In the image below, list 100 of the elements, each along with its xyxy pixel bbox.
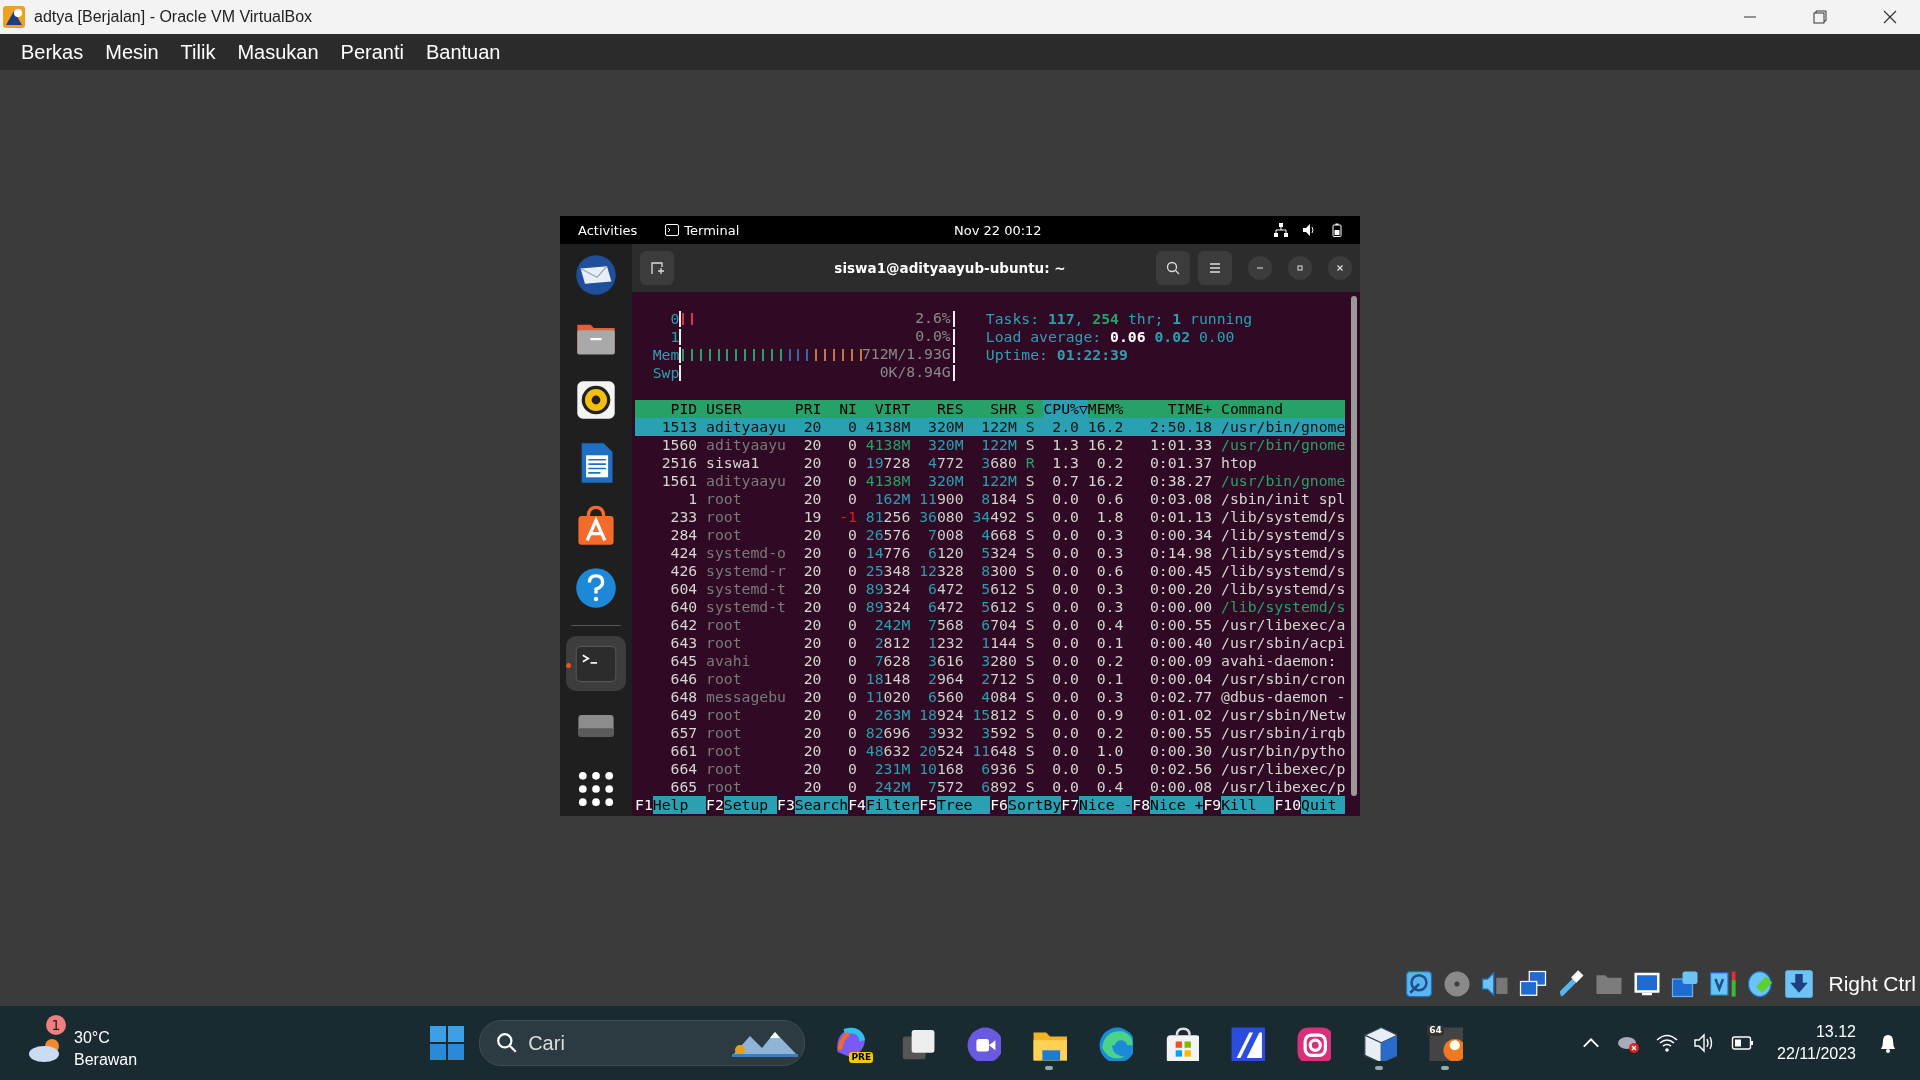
column-header[interactable]: PRI: [785, 400, 822, 418]
process-row[interactable]: 643 root 20 0 2812 1232 1144 S 0.0 0.1 0:00.40 /usr/sbin/acpi: [635, 634, 1346, 652]
process-cell-text: 0.7: [1051, 472, 1079, 490]
clock-time: 13.12: [1815, 1022, 1856, 1042]
meter-label: 1: [669, 328, 680, 346]
function-key-action[interactable]: Quit: [1301, 796, 1346, 814]
activities-button[interactable]: Activities: [578, 222, 638, 238]
process-row[interactable]: 1 root 20 0 162M 11900 8184 S 0.0 0.6 0:03.08 /sbin/init spl: [635, 490, 1346, 508]
process-cell-text: 320M: [927, 472, 964, 490]
function-key-action[interactable]: Nice -: [1079, 796, 1133, 814]
process-row[interactable]: 642 root 20 0 242M 7568 6704 S 0.0 0.4 0:00.55 /usr/libexec/a: [635, 616, 1346, 634]
column-header[interactable]: USER: [706, 400, 786, 418]
column-header[interactable]: PID: [635, 400, 698, 418]
function-key-action[interactable]: Search: [794, 796, 849, 814]
scrollbar[interactable]: [1351, 296, 1357, 796]
column-header[interactable]: MEM%: [1087, 400, 1124, 418]
process-cell-text: 0: [847, 724, 857, 742]
menu-item[interactable]: Masukan: [228, 37, 328, 67]
restore-icon[interactable]: [1810, 7, 1830, 27]
process-row[interactable]: 284 root 20 0 26576 7008 4668 S 0.0 0.3 0:00.34 /lib/systemd/s: [635, 526, 1346, 544]
column-header[interactable]: Command: [1221, 400, 1284, 418]
process-row[interactable]: 1561 adityaayu 20 0 4138M 320M 122M S 0.7 16.2 0:38.27 /usr/bin/gnome: [635, 472, 1346, 490]
process-cell-text: 320M: [927, 436, 964, 454]
process-cell: /usr/sbin/irqb: [1221, 724, 1346, 742]
process-cell-text: 642: [669, 616, 698, 634]
process-row[interactable]: 640 systemd-t 20 0 89324 6472 5612 S 0.0 0.3 0:00.00 /lib/systemd/s: [635, 598, 1346, 616]
process-row[interactable]: 1513 adityaayu 20 0 4138M 320M 122M S 2.0 16.2 2:50.18 /usr/bin/gnome: [635, 418, 1346, 436]
process-row[interactable]: 604 systemd-t 20 0 89324 6472 5612 S 0.0 0.3 0:00.20 /lib/systemd/s: [635, 580, 1346, 598]
column-header[interactable]: TIME+: [1123, 400, 1213, 418]
process-cell-text: root: [706, 634, 743, 652]
process-cell-text: 0: [847, 706, 857, 724]
function-key-action[interactable]: Kill: [1221, 796, 1275, 814]
battery-icon[interactable]: [1330, 223, 1344, 237]
process-row[interactable]: 648 messagebu 20 0 11020 6560 4084 S 0.0 0.3 0:02.77 @dbus-daemon -: [635, 688, 1346, 706]
process-cell-text: S: [1024, 562, 1035, 580]
search-bar[interactable]: Cari: [479, 1020, 806, 1066]
stripes-icon: [1229, 1025, 1266, 1061]
column-header[interactable]: CPU%▽: [1043, 400, 1088, 418]
speaker-icon[interactable]: [1480, 969, 1511, 999]
process-cell-text: root: [706, 778, 743, 796]
function-key-action[interactable]: Setup: [723, 796, 778, 814]
process-cell-text: 20: [802, 742, 822, 760]
process-row[interactable]: 664 root 20 0 231M 10168 6936 S 0.0 0.5 0:02.56 /usr/libexec/p: [635, 760, 1346, 778]
menu-item[interactable]: Peranti: [331, 37, 413, 67]
start-button[interactable]: [429, 1025, 466, 1061]
process-cell-text: 0:01.13: [1149, 508, 1213, 526]
app-menu[interactable]: Terminal: [665, 222, 740, 238]
function-key-action[interactable]: Tree: [936, 796, 991, 814]
function-key-action[interactable]: Help: [652, 796, 707, 814]
column-header[interactable]: SHR: [963, 400, 1017, 418]
process-row[interactable]: 424 systemd-o 20 0 14776 6120 5324 S 0.0 0.3 0:14.98 /lib/systemd/s: [635, 544, 1346, 562]
menu-item[interactable]: Mesin: [96, 37, 168, 67]
process-row[interactable]: 649 root 20 0 263M 18924 15812 S 0.0 0.9 0:01.02 /usr/sbin/Netw: [635, 706, 1346, 724]
process-cell: /usr/sbin/acpi: [1221, 634, 1346, 652]
menu-button[interactable]: [1198, 251, 1232, 285]
weather-widget[interactable]: 1 30°C Berawan: [26, 1015, 138, 1071]
process-row[interactable]: 1560 adityaayu 20 0 4138M 320M 122M S 1.3 16.2 1:01.33 /usr/bin/gnome: [635, 436, 1346, 454]
new-tab-button[interactable]: [640, 251, 674, 285]
taskbar-button[interactable]: PRE: [823, 1015, 880, 1071]
search-button[interactable]: [1156, 251, 1190, 285]
column-header[interactable]: VIRT: [857, 400, 911, 418]
taskbar-button[interactable]: 64: [1417, 1015, 1474, 1071]
column-header[interactable]: NI: [821, 400, 857, 418]
volume-icon[interactable]: [1302, 223, 1316, 237]
search-field[interactable]: Cari: [526, 1030, 681, 1056]
process-row[interactable]: 665 root 20 0 242M 7572 6892 S 0.0 0.4 0:00.08 /usr/libexec/p: [635, 778, 1346, 796]
process-row[interactable]: 426 systemd-r 20 0 25348 12328 8300 S 0.0 0.6 0:00.45 /lib/systemd/s: [635, 562, 1346, 580]
process-cell-text: 242M: [873, 616, 911, 634]
process-cell-text: 0:00.45: [1149, 562, 1213, 580]
minimize-button[interactable]: [1248, 256, 1272, 280]
taskbar-clock[interactable]: 13.12 22/11/2023: [1777, 1021, 1856, 1065]
column-header[interactable]: RES: [910, 400, 964, 418]
process-row[interactable]: 657 root 20 0 82696 3932 3592 S 0.0 0.2 0:00.55 /usr/sbin/irqb: [635, 724, 1346, 742]
process-row[interactable]: 233 root 19 -1 81256 36080 34492 S 0.0 1.8 0:01.13 /lib/systemd/s: [635, 508, 1346, 526]
app-badge: 64: [1427, 1025, 1444, 1036]
function-key-action[interactable]: Nice +: [1150, 796, 1204, 814]
network-icon[interactable]: [1518, 969, 1549, 999]
chip-icon[interactable]: [1708, 969, 1739, 999]
process-row[interactable]: 645 avahi 20 0 7628 3616 3280 S 0.0 0.2 0:00.09 avahi-daemon:: [635, 652, 1346, 670]
process-cell-text: 242M: [873, 778, 911, 796]
network-icon[interactable]: [1274, 223, 1288, 237]
clock[interactable]: Nov 22 00:12: [954, 222, 1042, 238]
process-cell-text: S: [1024, 724, 1035, 742]
process-row[interactable]: 646 root 20 0 18148 2964 2712 S 0.0 0.1 0:00.04 /usr/sbin/cron: [635, 670, 1346, 688]
process-row[interactable]: 2516 siswa1 20 0 19728 4772 3680 R 1.3 0.2 0:01.37 htop: [635, 454, 1346, 472]
maximize-button[interactable]: [1288, 256, 1312, 280]
function-key-action[interactable]: SortBy: [1008, 796, 1062, 814]
process-cell-text: 16.2: [1086, 418, 1124, 436]
process-row[interactable]: 661 root 20 0 48632 20524 11648 S 0.0 1.0 0:00.30 /usr/bin/pytho: [635, 742, 1346, 760]
close-button[interactable]: [1328, 256, 1352, 280]
menu-item[interactable]: Berkas: [12, 37, 93, 67]
meter-reading: 0K/8.94G: [879, 363, 951, 381]
menu-item[interactable]: Tilik: [171, 37, 225, 67]
function-key: F7: [1061, 796, 1080, 814]
column-header[interactable]: S: [1016, 400, 1035, 418]
camera-icon[interactable]: [1670, 969, 1701, 999]
process-cell-text: 0.5: [1095, 760, 1124, 778]
meter-label: Swp: [651, 364, 680, 382]
process-cell: adityaayu: [706, 418, 786, 436]
menu-item[interactable]: Bantuan: [416, 37, 510, 67]
